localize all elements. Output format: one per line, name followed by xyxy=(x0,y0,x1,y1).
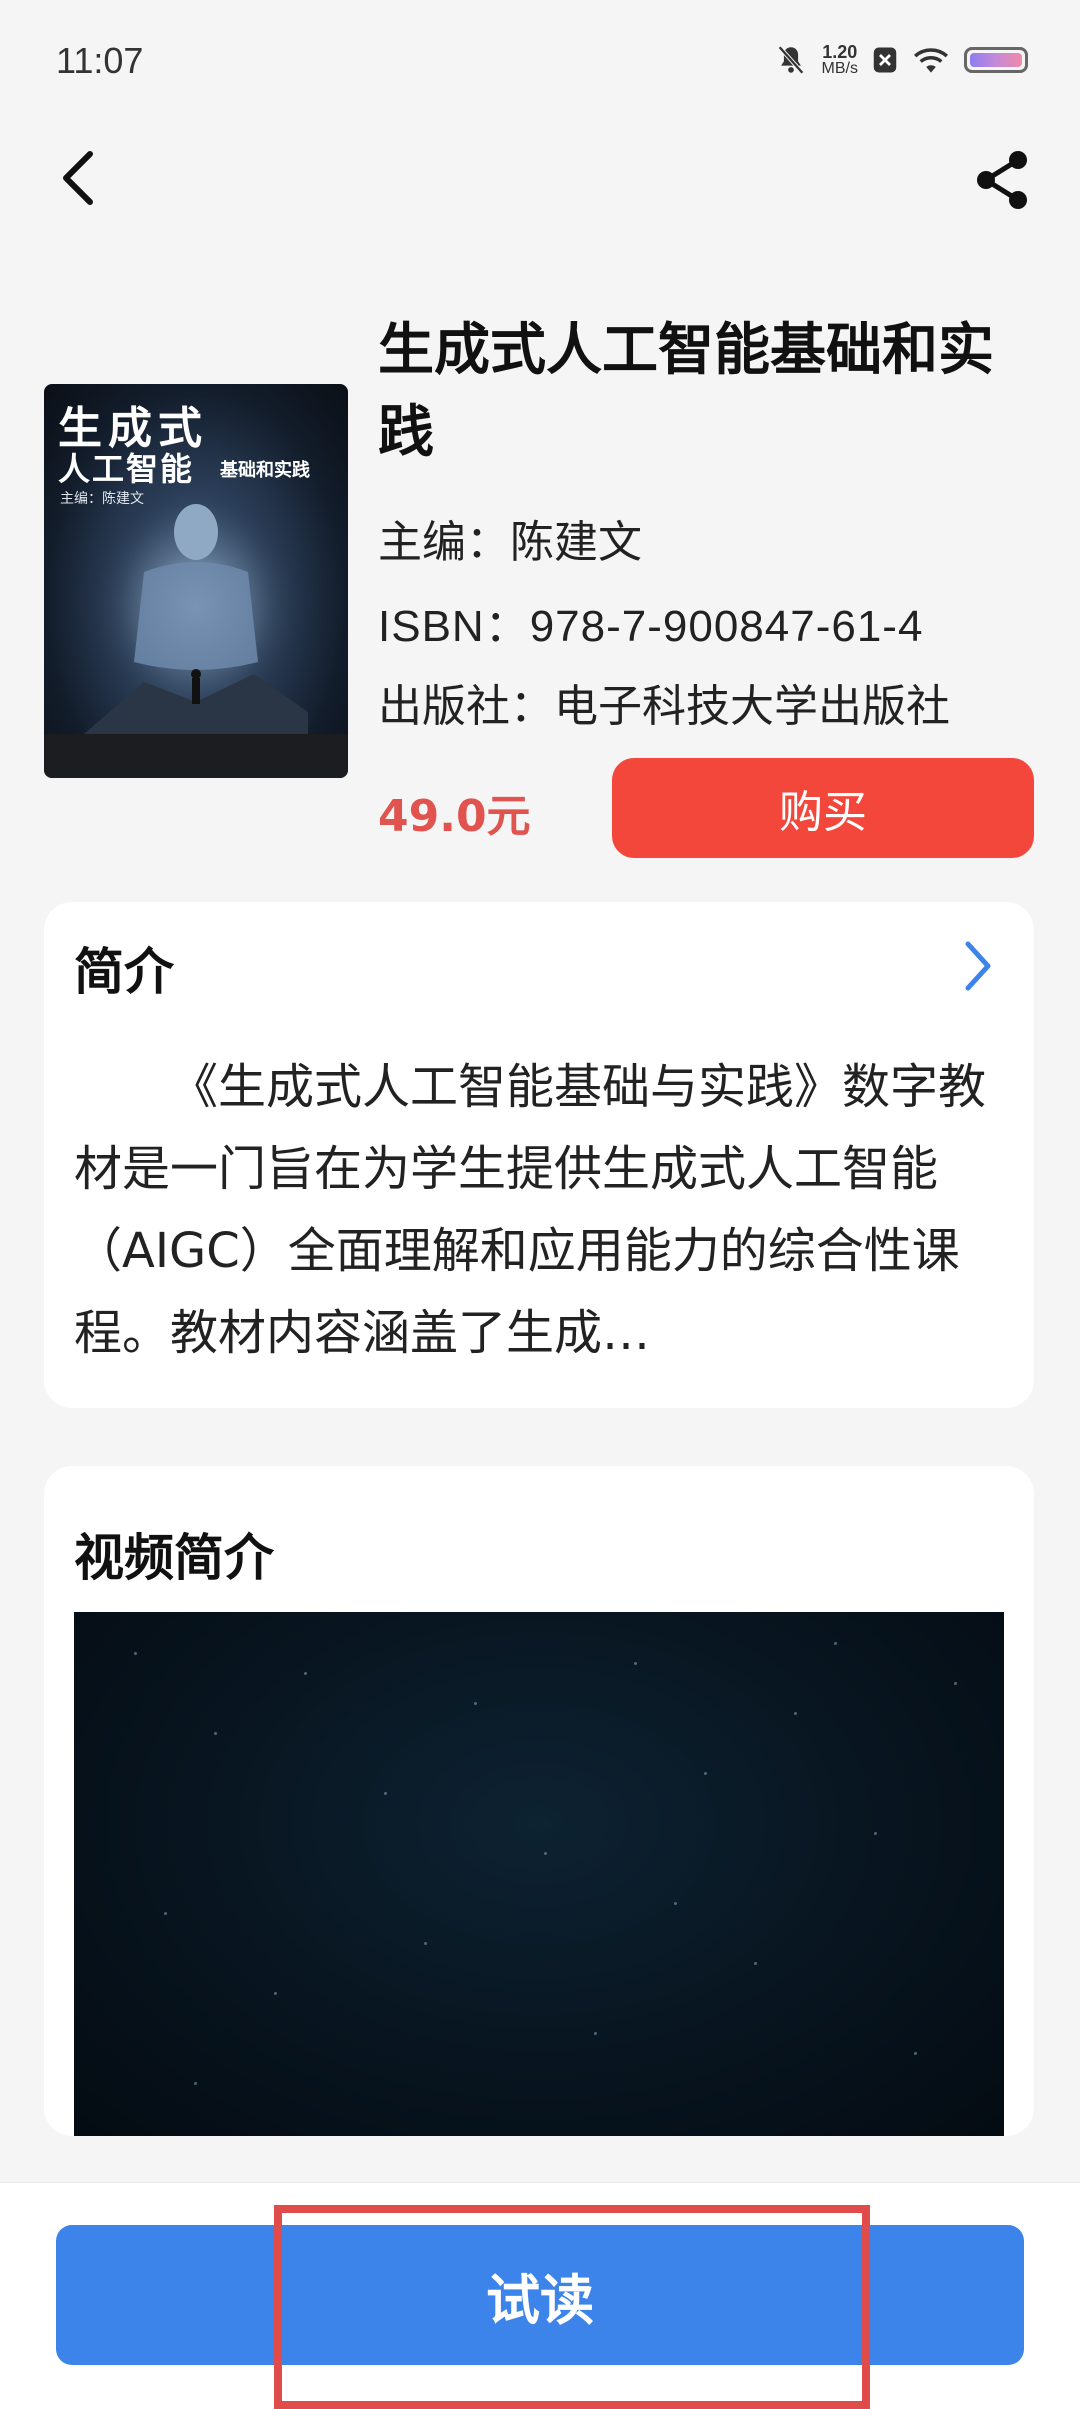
cover-title-line2: 人工智能 xyxy=(58,450,195,488)
star-dot xyxy=(194,2082,197,2085)
intro-heading: 简介 xyxy=(74,943,174,1001)
star-dot xyxy=(874,1832,877,1835)
star-dot xyxy=(794,1712,797,1715)
star-dot xyxy=(754,1962,757,1965)
intro-text: 《生成式人工智能基础与实践》数字教材是一门旨在为学生提供生成式人工智能（AIGC… xyxy=(74,1059,987,1361)
book-title: 生成式人工智能基础和实践 xyxy=(378,318,994,465)
bottom-bar: 试读 xyxy=(0,2182,1080,2409)
wifi-icon xyxy=(914,48,948,73)
star-dot xyxy=(594,2032,597,2035)
net-speed: 1.20 MB/s xyxy=(822,43,858,77)
star-dot xyxy=(914,2052,917,2055)
star-dot xyxy=(214,1732,217,1735)
trial-read-button[interactable]: 试读 xyxy=(56,2225,1024,2365)
book-isbn: ISBN：978-7-900847-61-4 xyxy=(378,602,924,651)
buy-button[interactable]: 购买 xyxy=(612,758,1034,858)
status-bar: 11:07 1.20 MB/s xyxy=(0,0,1080,120)
star-dot xyxy=(704,1772,707,1775)
star-dot xyxy=(304,1672,307,1675)
book-editor: 主编：陈建文 xyxy=(378,517,642,568)
share-icon[interactable] xyxy=(972,148,1032,212)
star-dot xyxy=(544,1852,547,1855)
intro-card[interactable]: 简介 《生成式人工智能基础与实践》数字教材是一门旨在为学生提供生成式人工智能（A… xyxy=(44,902,1034,1408)
book-publisher: 出版社：电子科技大学出版社 xyxy=(378,681,950,732)
status-icons: 1.20 MB/s xyxy=(774,40,1028,80)
star-dot xyxy=(274,1992,277,1995)
status-time: 11:07 xyxy=(56,40,144,81)
book-cover[interactable]: 生成式 人工智能 基础和实践 主编：陈建文 xyxy=(44,384,348,778)
star-dot xyxy=(134,1652,137,1655)
star-dot xyxy=(954,1682,957,1685)
video-player[interactable] xyxy=(74,1612,1004,2136)
star-dot xyxy=(424,1942,427,1945)
star-dot xyxy=(164,1912,167,1915)
cover-footer-band xyxy=(44,734,348,778)
net-speed-value: 1.20 xyxy=(822,42,858,62)
star-dot xyxy=(674,1902,677,1905)
star-dot xyxy=(384,1792,387,1795)
star-dot xyxy=(834,1642,837,1645)
net-speed-unit: MB/s xyxy=(821,60,858,77)
cover-figure-illustration xyxy=(84,502,308,734)
star-dot xyxy=(474,1702,477,1705)
chevron-right-icon[interactable] xyxy=(956,938,1000,994)
video-card: 视频简介 xyxy=(44,1466,1034,2136)
mute-bell-icon xyxy=(777,45,804,75)
video-heading: 视频简介 xyxy=(74,1529,274,1587)
battery-icon xyxy=(964,47,1028,73)
book-price: 49.0元 xyxy=(378,791,531,842)
back-icon[interactable] xyxy=(50,148,110,208)
star-dot xyxy=(634,1662,637,1665)
close-box-icon xyxy=(873,47,897,73)
cover-title-line3: 基础和实践 xyxy=(220,460,310,481)
